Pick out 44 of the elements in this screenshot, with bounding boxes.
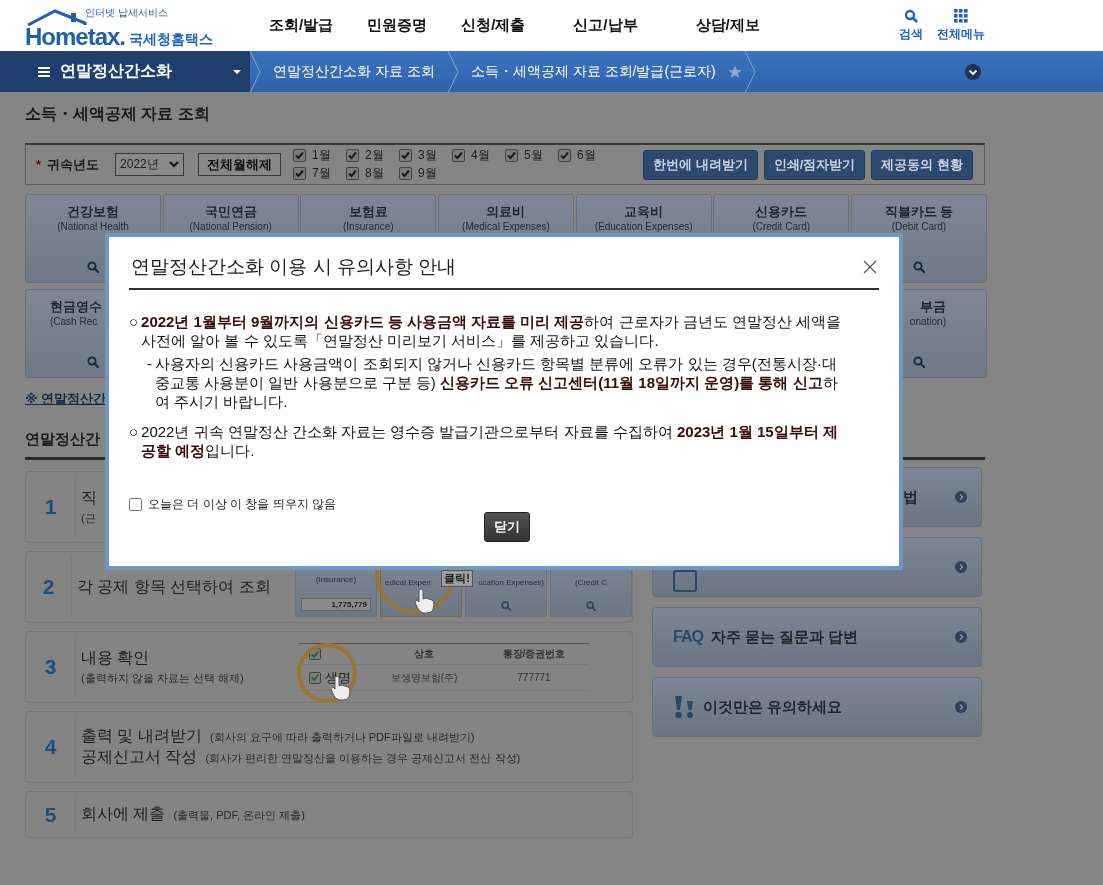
step-note: (출력물, PDF, 온라인 제출)	[173, 808, 305, 823]
month-label: 1월	[312, 147, 331, 164]
step-title: 내용 확인	[81, 648, 150, 668]
step-number: 5	[26, 796, 76, 833]
month-label: 8월	[365, 165, 384, 182]
step-number: 1	[26, 476, 76, 538]
month-label: 4월	[471, 147, 490, 164]
column-header: 상호	[413, 647, 435, 661]
step-title: 출력 및 내려받기	[81, 726, 202, 746]
required-mark: *	[36, 157, 42, 172]
callout-label: 클릭!	[441, 570, 473, 587]
month-label: 2월	[365, 147, 384, 164]
table-cell-text: 보생명보험(주)	[389, 670, 459, 685]
step-title: 직	[81, 488, 97, 508]
step-title: 회사에 제출	[81, 804, 166, 824]
month-label: 9월	[418, 165, 437, 182]
step-title: 각 공제 항목 선택하여 조회	[77, 576, 271, 597]
side-link-label: 자주 묻는 질문과 답변	[710, 627, 860, 647]
year-label: 귀속년도	[47, 155, 100, 174]
logo-name: 국세청홈택스	[129, 29, 214, 48]
step-note: (근	[81, 511, 96, 526]
step-number: 4	[26, 716, 76, 778]
step-number: 3	[26, 636, 76, 698]
month-label: 3월	[418, 147, 437, 164]
faq-label: FAQ	[673, 628, 703, 646]
column-header: 통장/증권번호	[501, 647, 567, 661]
bullet-mark: -	[147, 354, 152, 374]
table-cell-text: 777771	[516, 672, 552, 683]
step-note: (회사의 요구에 따라 출력하거나 PDF파일로 내려받기)	[209, 730, 475, 745]
side-link-label: 법	[902, 487, 919, 507]
step-note: (회사가 편리한 연말정산을 이용하는 경우 공제신고서 전산 작성)	[205, 751, 521, 766]
step-number: 2	[26, 556, 72, 618]
bullet-mark: ○	[129, 312, 139, 332]
month-label: 6월	[577, 147, 596, 164]
step-note: (출력하지 않을 자료는 선택 해제)	[81, 671, 244, 686]
side-link-label: 이것만은 유의하세요	[703, 697, 844, 717]
page-title: 소득・세액공제 자료 조회	[25, 104, 211, 124]
logo-brand: Hometax.	[25, 25, 126, 48]
logo-tagline: 인터넷 납세서비스	[85, 5, 168, 20]
step-title: 공제신고서 작성	[81, 747, 198, 767]
checkbox-label: 오늘은 더 이상 이 창을 띄우지 않음	[148, 496, 336, 513]
month-label: 5월	[524, 147, 543, 164]
amount-field: 1,775,779	[301, 598, 371, 611]
month-label: 7월	[312, 165, 331, 182]
